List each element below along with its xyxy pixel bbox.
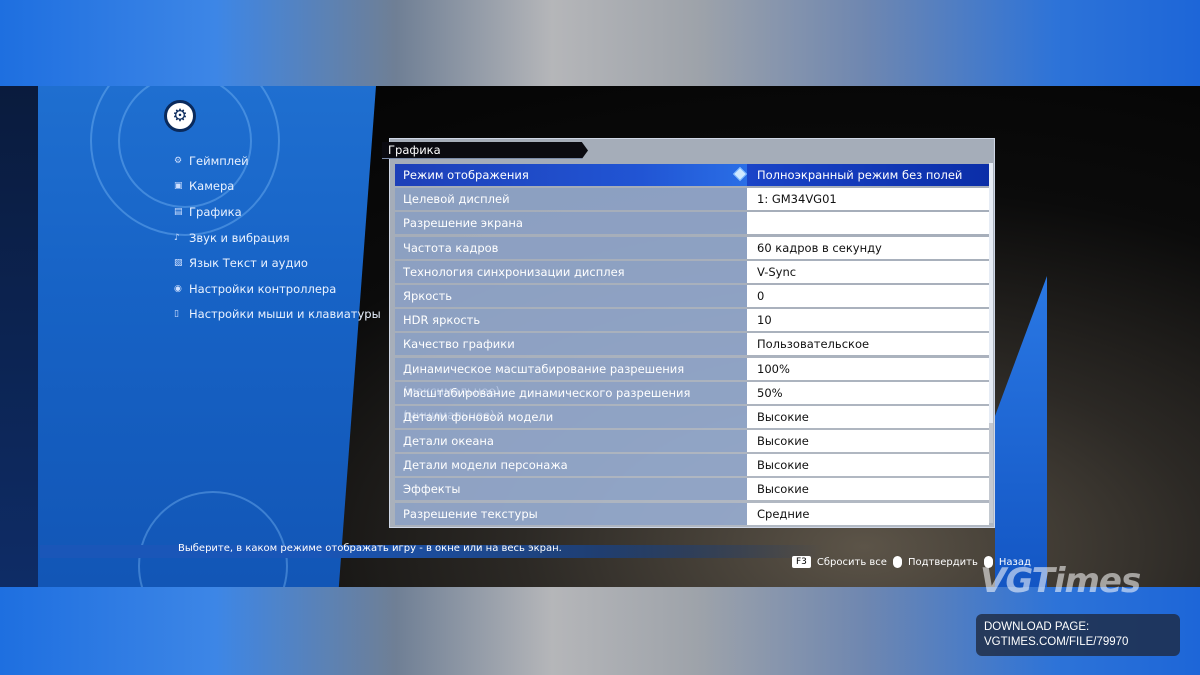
setting-label: Режим отображения [395,164,747,186]
setting-label: Частота кадров [395,236,747,259]
setting-value[interactable]: Высокие [747,430,989,453]
settings-row[interactable]: Качество графики Пользовательское [395,332,990,356]
side-menu-item[interactable]: ▧ Язык Текст и аудио [174,250,381,276]
settings-scrollbar[interactable] [989,163,993,523]
setting-value[interactable]: V-Sync [747,260,989,283]
side-menu-label: Камера [189,179,235,194]
setting-value[interactable]: 1: GM34VG01 [747,188,989,211]
setting-value[interactable]: Высокие [747,478,989,501]
setting-value[interactable]: 50% [747,381,989,404]
settings-row[interactable]: Частота кадров 60 кадров в секунду [395,236,990,260]
setting-value[interactable]: Высокие [747,454,989,477]
download-line-2: VGTIMES.COM/FILE/79970 [984,636,1129,648]
settings-row[interactable]: Технология синхронизации дисплея V-Sync [395,260,990,284]
panel-title: Графика [388,143,441,157]
side-menu-item[interactable]: ▣ Камера [174,174,381,200]
setting-value[interactable]: 0 [747,284,989,307]
setting-value[interactable]: Полноэкранный режим без полей [747,164,989,186]
setting-label: Целевой дисплей [395,188,747,211]
game-screen: ⚙ ⚙ Геймплей ▣ Камера ▤ Графика ♪ Звук и вибрац… [0,86,1200,587]
right-decor-shard [995,276,1047,587]
settings-row[interactable]: Детали модели персонажа Высокие [395,453,990,477]
settings-row[interactable]: Детали фоновой модели Высокие [395,405,990,429]
side-menu-item[interactable]: ▤ Графика [174,199,381,225]
reset-all-label[interactable]: Сбросить все [817,557,887,568]
setting-label: Детали фоновой модели [395,405,747,428]
setting-label: Эффекты [395,478,747,501]
language-icon: ▧ [174,258,183,269]
setting-value[interactable] [747,212,989,235]
download-box: DOWNLOAD PAGE: VGTIMES.COM/FILE/79970 [976,614,1180,656]
side-menu-label: Язык Текст и аудио [189,256,308,271]
controller-icon: ◉ [174,283,182,294]
setting-label: Яркость [395,284,747,307]
setting-label: HDR яркость [395,309,747,332]
settings-sliders-icon: ⚙ [164,100,196,132]
side-menu-item[interactable]: ⚙ Геймплей [174,148,381,174]
settings-row[interactable]: Яркость 0 [395,284,990,308]
side-menu-label: Графика [189,204,242,219]
side-menu-item[interactable]: ◉ Настройки контроллера [174,276,381,302]
side-menu: ⚙ Геймплей ▣ Камера ▤ Графика ♪ Звук и вибрация… [174,148,381,327]
side-menu-label: Геймплей [189,153,249,168]
settings-row[interactable]: Разрешение текстуры Средние [395,502,990,526]
side-menu-item[interactable]: ♪ Звук и вибрация [174,225,381,251]
mouse-left-icon [892,556,902,568]
download-line-1: DOWNLOAD PAGE: [984,621,1090,633]
setting-label: Детали модели персонажа [395,454,747,477]
setting-label: Детали океана [395,430,747,453]
settings-row[interactable]: Разрешение экрана [395,211,990,235]
camera-icon: ▣ [174,181,183,192]
setting-label: Масштабирование динамического разрешения… [395,381,747,422]
setting-value[interactable]: 60 кадров в секунду [747,236,989,259]
setting-label: Динамическое масштабирование разрешения … [395,357,747,398]
setting-label: Качество графики [395,333,747,356]
settings-row[interactable]: HDR яркость 10 [395,308,990,332]
setting-value[interactable]: 100% [747,357,989,380]
setting-label: Технология синхронизации дисплея [395,260,747,283]
setting-value[interactable]: Средние [747,502,989,525]
settings-row[interactable]: Динамическое масштабирование разрешения … [395,357,990,398]
gamepad-icon: ⚙ [174,155,183,166]
setting-value[interactable]: Пользовательское [747,333,989,356]
side-menu-item[interactable]: ▯ Настройки мыши и клавиатуры [174,302,381,328]
confirm-label[interactable]: Подтвердить [908,557,978,568]
settings-row[interactable]: Эффекты Высокие [395,477,990,501]
mouse-icon: ▯ [174,309,179,320]
setting-value[interactable]: 10 [747,309,989,332]
setting-label: Разрешение текстуры [395,502,747,525]
settings-list: Режим отображения Полноэкранный режим без… [395,163,990,526]
left-edge-shade [0,86,38,587]
settings-row[interactable]: Целевой дисплей 1: GM34VG01 [395,187,990,211]
top-letterbox-bar [0,0,1200,86]
side-menu-label: Звук и вибрация [189,230,290,245]
side-menu-label: Настройки мыши и клавиатуры [189,307,381,322]
setting-value[interactable]: Высокие [747,405,989,428]
settings-row[interactable]: Режим отображения Полноэкранный режим без… [395,163,990,187]
hint-text: Выберите, в каком режиме отображать игру… [178,543,562,554]
setting-label: Разрешение экрана [395,212,747,235]
f3-key[interactable]: F3 [792,556,811,568]
image-icon: ▤ [174,206,183,217]
audio-icon: ♪ [174,232,180,243]
settings-row[interactable]: Масштабирование динамического разрешения… [395,381,990,422]
scrollbar-thumb[interactable] [989,163,993,423]
settings-row[interactable]: Детали океана Высокие [395,429,990,453]
side-menu-label: Настройки контроллера [189,281,337,296]
watermark-logo: VGTimes [980,561,1141,601]
